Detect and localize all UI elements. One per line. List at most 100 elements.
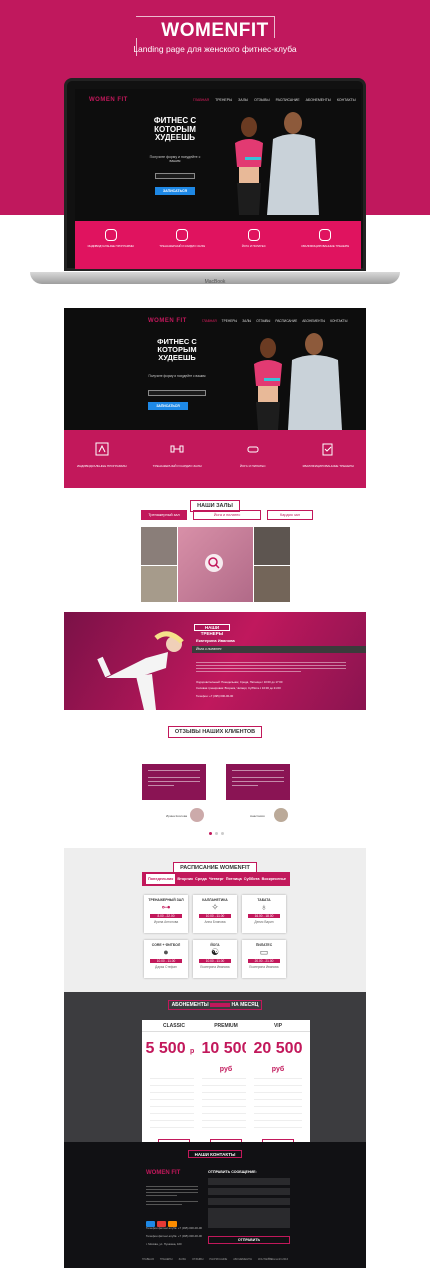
hero-title: ФИТНЕС С КОТОРЫМ ХУДЕЕШЬ	[153, 116, 197, 143]
plan-name: VIP	[246, 1020, 310, 1032]
nav-item[interactable]: КОНТАКТЫ	[337, 98, 356, 102]
feature-label: ИНДИВИДУАЛЬНЫЕ ПРОГРАММЫ	[87, 244, 134, 248]
tab-gym[interactable]: Тренажерный зал	[141, 510, 187, 520]
dumbbell-icon: ⊶	[161, 902, 171, 912]
footer-nav-item[interactable]: ЗАЛЫ	[179, 1258, 186, 1261]
phone-input[interactable]	[208, 1198, 290, 1205]
message-textarea[interactable]	[208, 1208, 290, 1228]
class-time: 10.00 - 11.00	[150, 959, 182, 963]
footer-nav-item[interactable]: ОТЗЫВЫ	[192, 1258, 203, 1261]
tab-day[interactable]: Среда	[195, 877, 207, 881]
hero-subtitle: Получите форму и похудейте с вашим	[149, 155, 201, 163]
plans-title-b: НА МЕСЯЦ	[231, 1002, 259, 1008]
tab-day[interactable]: Четверг	[209, 877, 224, 881]
nav-item[interactable]: ТРЕНЕРЫ	[222, 319, 238, 323]
mat-icon: ▭	[259, 947, 269, 957]
hero-input[interactable]	[148, 390, 206, 396]
footer-nav-item[interactable]: АБОНЕМЕНТЫ	[233, 1258, 252, 1261]
tab-day[interactable]: Воскресенье	[262, 877, 286, 881]
tab-day[interactable]: Пятница	[226, 877, 242, 881]
trainer-photo	[97, 631, 184, 710]
features-bar: ИНДИВИДУАЛЬНЫЕ ПРОГРАММЫ ТРЕНАЖЕРНЫЙ И К…	[64, 430, 366, 488]
class-time: 8.00 - 22.00	[150, 914, 182, 918]
class-card[interactable]: ТАБАТА ♁ 16.00 - 18.00 Денис Варин	[242, 895, 286, 933]
hero-input[interactable]	[155, 173, 195, 179]
plan-features	[150, 1072, 198, 1128]
trainers-title: НАШИ ТРЕНЕРЫ	[194, 624, 230, 636]
tab-yoga[interactable]: Йога и пилатес	[193, 510, 261, 520]
nav-item[interactable]: ГЛАВНАЯ	[202, 319, 217, 323]
review-author: Анастасия	[250, 814, 265, 818]
coach-icon	[322, 443, 333, 456]
plan-price: 20 500 руб	[246, 1040, 310, 1076]
nav-item[interactable]: ГЛАВНАЯ	[193, 98, 209, 102]
trainer-schedule: Оздоровительный: Понедельник, Среда, Пят…	[196, 680, 283, 684]
nav-item[interactable]: КОНТАКТЫ	[330, 319, 347, 323]
class-card[interactable]: ТРЕНАЖЕРНЫЙ ЗАЛ ⊶ 8.00 - 22.00 Ирина Ант…	[144, 895, 188, 933]
class-card[interactable]: ПИЛАТЕС ▭ 20.00 - 21.00 Екатерина Иванов…	[242, 940, 286, 978]
feature-item: КВАЛИФИЦИРОВАННЫЕ ТРЕНЕРЫ	[297, 442, 359, 468]
programs-icon	[104, 229, 117, 241]
hero-section: WOMEN FIT ГЛАВНАЯ ТРЕНЕРЫ ЗАЛЫ ОТЗЫВЫ РА…	[64, 308, 366, 430]
class-coach: Денис Варин	[254, 920, 274, 924]
page-title: WOMENFIT	[161, 20, 269, 41]
site-logo[interactable]: WOMEN FIT	[148, 318, 187, 324]
class-coach: Екатерина Иванова	[249, 965, 279, 969]
reviews-title: ОТЗЫВЫ НАШИХ КЛИЕНТОВ	[0, 720, 430, 738]
nav-item[interactable]: ОТЗЫВЫ	[254, 98, 269, 102]
nav-item[interactable]: ЗАЛЫ	[242, 319, 251, 323]
laptop-mockup: WOMEN FIT ГЛАВНАЯ ТРЕНЕРЫ ЗАЛЫ ОТЗЫВЫ РА…	[64, 78, 366, 271]
tab-day[interactable]: Понедельник	[146, 874, 176, 884]
dumbbell-icon	[176, 229, 189, 241]
nav-items: ГЛАВНАЯ ТРЕНЕРЫ ЗАЛЫ ОТЗЫВЫ РАСПИСАНИЕ А…	[193, 98, 356, 102]
gallery-thumb[interactable]	[254, 527, 290, 565]
nav-item[interactable]: ЗАЛЫ	[238, 98, 248, 102]
hero-photo	[254, 333, 342, 430]
plans-title-a: АБОНЕМЕНТЫ	[171, 1002, 209, 1008]
class-card[interactable]: CORE + ФИТБОЛ ● 10.00 - 11.00 Дарья Стеф…	[144, 940, 188, 978]
name-input[interactable]	[208, 1178, 290, 1185]
nav-item[interactable]: ОТЗЫВЫ	[256, 319, 270, 323]
footer-nav-item[interactable]: РАСПИСАНИЕ	[209, 1258, 227, 1261]
class-coach: Ирина Антонова	[153, 920, 179, 924]
hero-button[interactable]: ЗАПИСАТЬСЯ	[155, 187, 195, 195]
class-card[interactable]: КАЛЛАНЕТИКА ✧ 10.00 - 11.00 Анна Блинова	[193, 895, 237, 933]
nav-item[interactable]: ТРЕНЕРЫ	[215, 98, 232, 102]
page-subtitle: Landing page для женского фитнес-клуба	[133, 44, 297, 54]
hero-button[interactable]: ЗАПИСАТЬСЯ	[148, 402, 188, 410]
email-input[interactable]	[208, 1188, 290, 1195]
footer-nav-item[interactable]: ГЛАВНАЯ	[142, 1258, 154, 1261]
feature-item: ЙОГА И ПИЛАТЕС	[229, 221, 279, 248]
gallery-thumb[interactable]	[141, 527, 177, 565]
nav-item[interactable]: АБОНЕМЕНТЫ	[302, 319, 325, 323]
gallery-thumb[interactable]	[254, 566, 290, 602]
class-card[interactable]: ЙОГА ☯ 10.00 - 11.00 Екатерина Иванова	[193, 940, 237, 978]
review-author: Ирина Козлова	[166, 814, 188, 818]
footer-nav-item[interactable]: ТРЕНЕРЫ	[160, 1258, 173, 1261]
feature-label: КВАЛИФИЦИРОВАННЫЕ ТРЕНЕРЫ	[302, 464, 354, 468]
footer-logo[interactable]: WOMEN FIT	[146, 1170, 180, 1176]
send-button[interactable]: ОТПРАВИТЬ	[208, 1236, 290, 1244]
plans-title-highlight	[210, 1002, 231, 1007]
class-coach: Екатерина Иванова	[200, 965, 230, 969]
laptop-label: MacBook	[204, 279, 226, 285]
nav-item[interactable]: РАСПИСАНИЕ	[275, 319, 297, 323]
plan-features	[254, 1072, 302, 1128]
tab-cardio[interactable]: Кардио зал	[267, 510, 313, 520]
frame-line	[136, 16, 274, 17]
contacts-title: НАШИ КОНТАКТЫ	[188, 1150, 242, 1158]
hero-photo	[235, 112, 319, 215]
copyright: © Womenfit 2016	[268, 1258, 289, 1261]
feature-label: ТРЕНАЖЕРНЫЙ И КАРДИО ЗАЛЫ	[159, 244, 206, 248]
nav-item[interactable]: РАСПИСАНИЕ	[276, 98, 300, 102]
class-coach: Дарья Стефан	[155, 965, 177, 969]
nav-item[interactable]: АБОНЕМЕНТЫ	[306, 98, 331, 102]
carousel-dots[interactable]	[209, 832, 224, 835]
gallery-main-image[interactable]	[178, 527, 253, 602]
zoom-icon[interactable]	[178, 527, 253, 602]
feature-item: КВАЛИФИЦИРОВАННЫЕ ТРЕНЕРЫ	[300, 221, 350, 248]
site-logo[interactable]: WOMEN FIT	[89, 97, 128, 103]
tab-day[interactable]: Вторник	[177, 877, 193, 881]
tab-day[interactable]: Суббота	[244, 877, 260, 881]
gallery-thumb[interactable]	[141, 566, 177, 602]
